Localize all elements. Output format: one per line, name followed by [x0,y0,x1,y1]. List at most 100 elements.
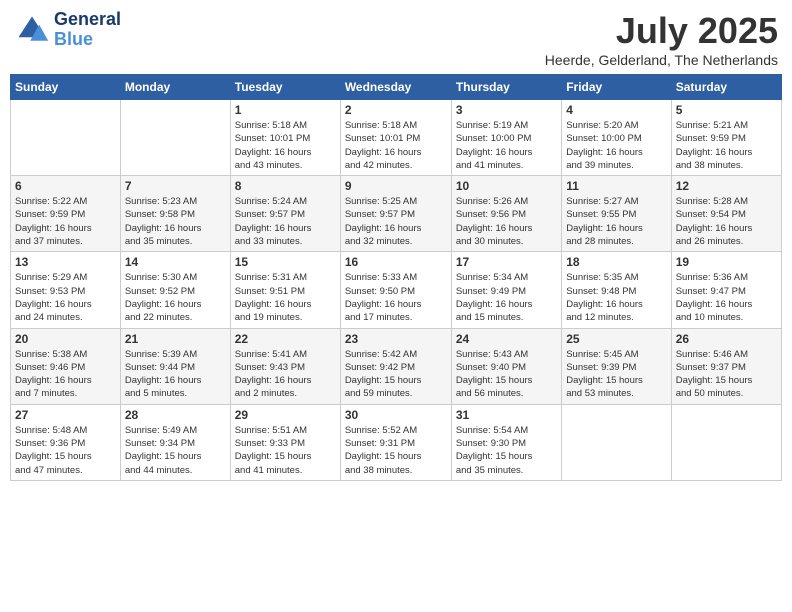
cell-content: Sunrise: 5:41 AM Sunset: 9:43 PM Dayligh… [235,348,336,401]
calendar-cell: 16 Sunrise: 5:33 AM Sunset: 9:50 PM Dayli… [340,252,451,328]
calendar-cell: 6 Sunrise: 5:22 AM Sunset: 9:59 PM Daylig… [11,176,121,252]
weekday-header-saturday: Saturday [671,75,781,100]
logo-text: General Blue [54,10,121,50]
day-number: 30 [345,408,447,422]
calendar-cell: 21 Sunrise: 5:39 AM Sunset: 9:44 PM Dayli… [120,328,230,404]
cell-content: Sunrise: 5:29 AM Sunset: 9:53 PM Dayligh… [15,271,116,324]
calendar-cell: 24 Sunrise: 5:43 AM Sunset: 9:40 PM Dayli… [451,328,561,404]
cell-content: Sunrise: 5:46 AM Sunset: 9:37 PM Dayligh… [676,348,777,401]
day-number: 17 [456,255,557,269]
cell-content: Sunrise: 5:39 AM Sunset: 9:44 PM Dayligh… [125,348,226,401]
cell-content: Sunrise: 5:23 AM Sunset: 9:58 PM Dayligh… [125,195,226,248]
calendar-cell: 29 Sunrise: 5:51 AM Sunset: 9:33 PM Dayli… [230,404,340,480]
calendar-cell: 30Sunrise: 5:52 AM Sunset: 9:31 PM Dayli… [340,404,451,480]
day-number: 13 [15,255,116,269]
calendar-cell: 9 Sunrise: 5:25 AM Sunset: 9:57 PM Daylig… [340,176,451,252]
cell-content: Sunrise: 5:42 AM Sunset: 9:42 PM Dayligh… [345,348,447,401]
calendar-cell: 2 Sunrise: 5:18 AM Sunset: 10:01 PM Dayli… [340,100,451,176]
day-number: 25 [566,332,666,346]
weekday-header-wednesday: Wednesday [340,75,451,100]
calendar-cell: 13 Sunrise: 5:29 AM Sunset: 9:53 PM Dayli… [11,252,121,328]
weekday-header-sunday: Sunday [11,75,121,100]
cell-content: Sunrise: 5:18 AM Sunset: 10:01 PM Daylig… [235,119,336,172]
weekday-header-row: SundayMondayTuesdayWednesdayThursdayFrid… [11,75,782,100]
cell-content: Sunrise: 5:22 AM Sunset: 9:59 PM Dayligh… [15,195,116,248]
cell-content: Sunrise: 5:24 AM Sunset: 9:57 PM Dayligh… [235,195,336,248]
day-number: 28 [125,408,226,422]
day-number: 18 [566,255,666,269]
calendar-cell: 26 Sunrise: 5:46 AM Sunset: 9:37 PM Dayli… [671,328,781,404]
calendar-cell: 27Sunrise: 5:48 AM Sunset: 9:36 PM Dayli… [11,404,121,480]
day-number: 24 [456,332,557,346]
day-number: 23 [345,332,447,346]
calendar-cell: 7 Sunrise: 5:23 AM Sunset: 9:58 PM Daylig… [120,176,230,252]
cell-content: Sunrise: 5:19 AM Sunset: 10:00 PM Daylig… [456,119,557,172]
cell-content: Sunrise: 5:21 AM Sunset: 9:59 PM Dayligh… [676,119,777,172]
cell-content: Sunrise: 5:36 AM Sunset: 9:47 PM Dayligh… [676,271,777,324]
calendar-table: SundayMondayTuesdayWednesdayThursdayFrid… [10,74,782,481]
cell-content: Sunrise: 5:49 AM Sunset: 9:34 PM Dayligh… [125,424,226,477]
day-number: 16 [345,255,447,269]
calendar-cell: 10 Sunrise: 5:26 AM Sunset: 9:56 PM Dayli… [451,176,561,252]
cell-content: Sunrise: 5:45 AM Sunset: 9:39 PM Dayligh… [566,348,666,401]
calendar-cell: 22 Sunrise: 5:41 AM Sunset: 9:43 PM Dayli… [230,328,340,404]
calendar-cell: 5 Sunrise: 5:21 AM Sunset: 9:59 PM Daylig… [671,100,781,176]
page-header: General Blue July 2025 Heerde, Gelderlan… [10,10,782,68]
day-number: 15 [235,255,336,269]
day-number: 27 [15,408,116,422]
day-number: 14 [125,255,226,269]
day-number: 11 [566,179,666,193]
cell-content: Sunrise: 5:18 AM Sunset: 10:01 PM Daylig… [345,119,447,172]
cell-content: Sunrise: 5:20 AM Sunset: 10:00 PM Daylig… [566,119,666,172]
day-number: 9 [345,179,447,193]
calendar-cell: 18 Sunrise: 5:35 AM Sunset: 9:48 PM Dayli… [562,252,671,328]
cell-content: Sunrise: 5:30 AM Sunset: 9:52 PM Dayligh… [125,271,226,324]
day-number: 21 [125,332,226,346]
day-number: 4 [566,103,666,117]
day-number: 3 [456,103,557,117]
cell-content: Sunrise: 5:25 AM Sunset: 9:57 PM Dayligh… [345,195,447,248]
calendar-cell: 12 Sunrise: 5:28 AM Sunset: 9:54 PM Dayli… [671,176,781,252]
day-number: 20 [15,332,116,346]
day-number: 5 [676,103,777,117]
week-row-2: 6 Sunrise: 5:22 AM Sunset: 9:59 PM Daylig… [11,176,782,252]
cell-content: Sunrise: 5:54 AM Sunset: 9:30 PM Dayligh… [456,424,557,477]
calendar-cell: 25 Sunrise: 5:45 AM Sunset: 9:39 PM Dayli… [562,328,671,404]
cell-content: Sunrise: 5:35 AM Sunset: 9:48 PM Dayligh… [566,271,666,324]
calendar-cell: 1 Sunrise: 5:18 AM Sunset: 10:01 PM Dayli… [230,100,340,176]
calendar-cell: 28 Sunrise: 5:49 AM Sunset: 9:34 PM Dayli… [120,404,230,480]
day-number: 22 [235,332,336,346]
day-number: 26 [676,332,777,346]
day-number: 1 [235,103,336,117]
week-row-1: 1 Sunrise: 5:18 AM Sunset: 10:01 PM Dayli… [11,100,782,176]
week-row-5: 27Sunrise: 5:48 AM Sunset: 9:36 PM Dayli… [11,404,782,480]
calendar-cell [11,100,121,176]
day-number: 2 [345,103,447,117]
day-number: 6 [15,179,116,193]
calendar-cell: 17 Sunrise: 5:34 AM Sunset: 9:49 PM Dayli… [451,252,561,328]
calendar-cell: 15Sunrise: 5:31 AM Sunset: 9:51 PM Dayli… [230,252,340,328]
calendar-cell: 20 Sunrise: 5:38 AM Sunset: 9:46 PM Dayli… [11,328,121,404]
title-block: July 2025 Heerde, Gelderland, The Nether… [545,10,778,68]
weekday-header-friday: Friday [562,75,671,100]
cell-content: Sunrise: 5:34 AM Sunset: 9:49 PM Dayligh… [456,271,557,324]
calendar-cell [120,100,230,176]
cell-content: Sunrise: 5:33 AM Sunset: 9:50 PM Dayligh… [345,271,447,324]
weekday-header-tuesday: Tuesday [230,75,340,100]
calendar-cell: 31Sunrise: 5:54 AM Sunset: 9:30 PM Dayli… [451,404,561,480]
cell-content: Sunrise: 5:26 AM Sunset: 9:56 PM Dayligh… [456,195,557,248]
calendar-cell: 4 Sunrise: 5:20 AM Sunset: 10:00 PM Dayli… [562,100,671,176]
day-number: 7 [125,179,226,193]
weekday-header-thursday: Thursday [451,75,561,100]
calendar-cell: 23 Sunrise: 5:42 AM Sunset: 9:42 PM Dayli… [340,328,451,404]
day-number: 29 [235,408,336,422]
day-number: 10 [456,179,557,193]
cell-content: Sunrise: 5:51 AM Sunset: 9:33 PM Dayligh… [235,424,336,477]
cell-content: Sunrise: 5:38 AM Sunset: 9:46 PM Dayligh… [15,348,116,401]
location: Heerde, Gelderland, The Netherlands [545,52,778,68]
cell-content: Sunrise: 5:43 AM Sunset: 9:40 PM Dayligh… [456,348,557,401]
calendar-cell [671,404,781,480]
cell-content: Sunrise: 5:28 AM Sunset: 9:54 PM Dayligh… [676,195,777,248]
day-number: 12 [676,179,777,193]
logo: General Blue [14,10,121,50]
